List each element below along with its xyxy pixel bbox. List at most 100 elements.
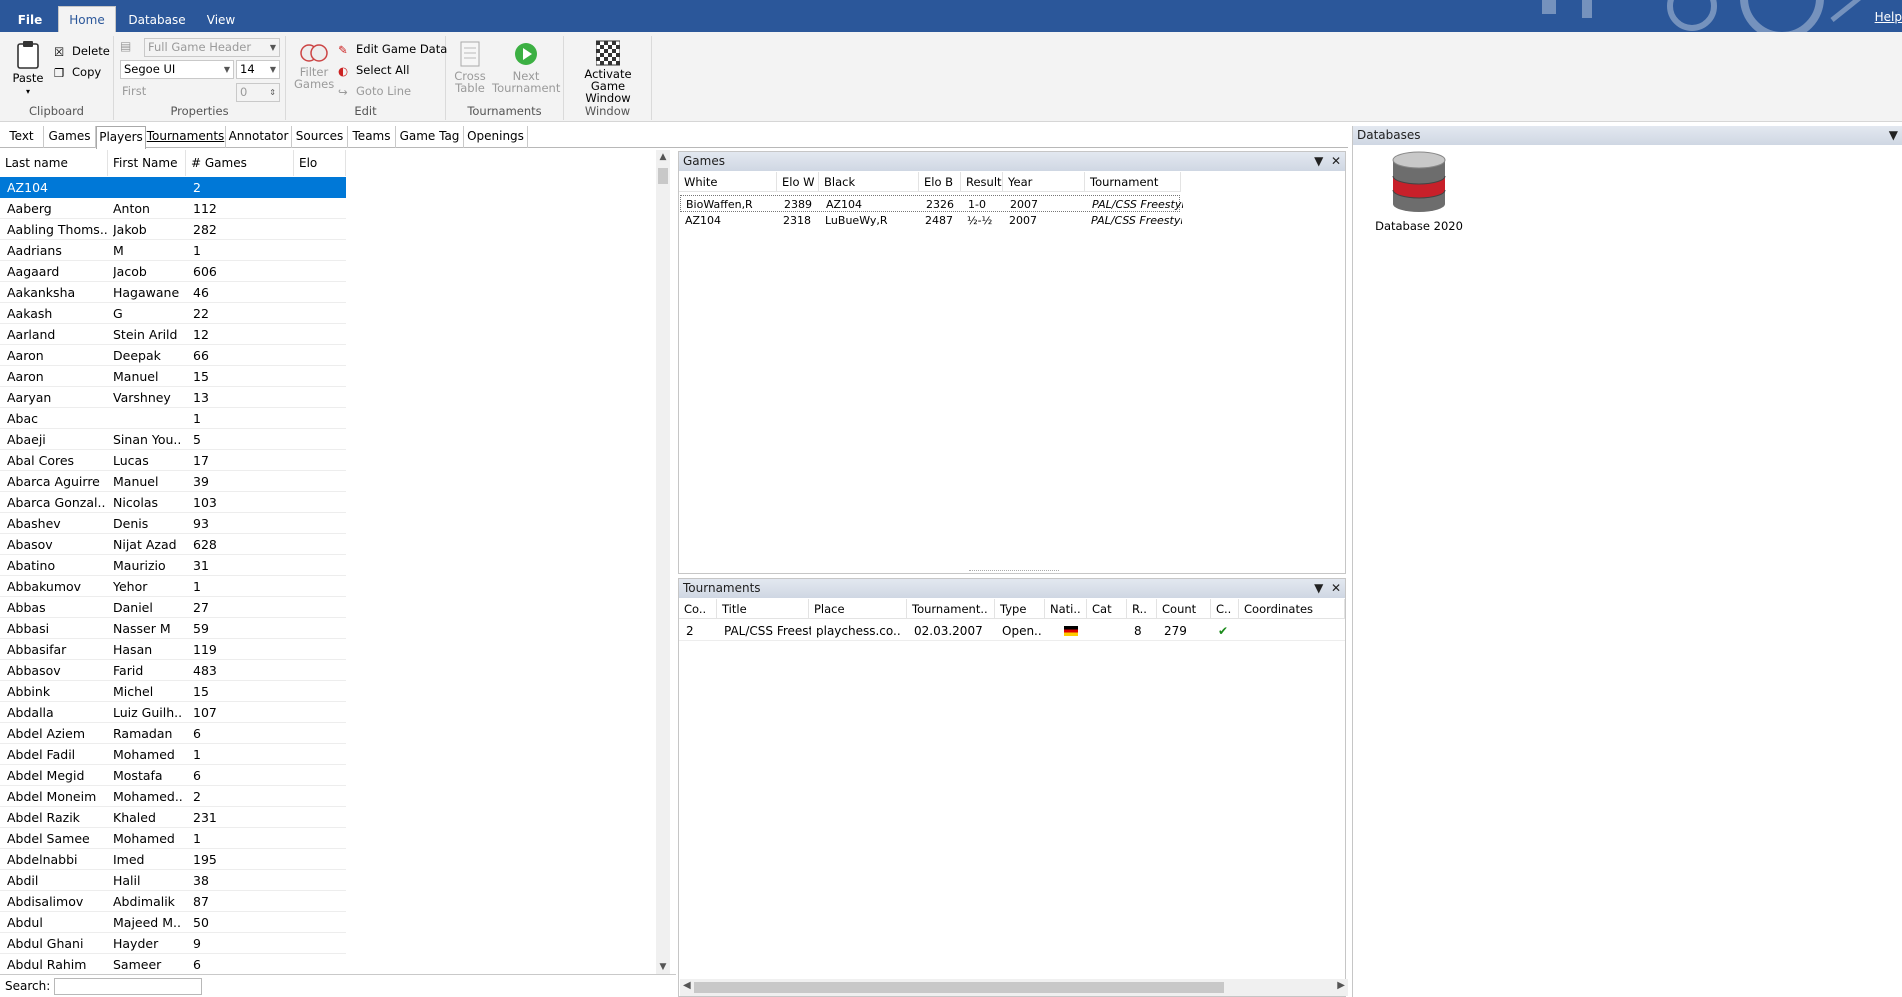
table-row[interactable]: AZ104 2318 LuBueWy,R 2487 ½-½ 2007 PAL/CSS Fre… — [680, 212, 1182, 229]
table-row[interactable]: Abdel Megid Mostafa 6 — [0, 765, 346, 786]
table-row[interactable]: Aabling Thoms.. Jakob 282 — [0, 219, 346, 240]
table-row[interactable]: Aagaard Jacob 606 — [0, 261, 346, 282]
column-header-date[interactable]: Tournament.. — [907, 599, 995, 619]
column-header-result[interactable]: Result — [961, 172, 1003, 192]
first-spinner[interactable]: 0 ⇕ — [236, 83, 280, 102]
close-icon[interactable]: ✕ — [1331, 154, 1341, 168]
font-size-combo[interactable]: 14 ▼ — [236, 60, 280, 79]
table-row[interactable]: Abdisalimov Abdimalik 87 — [0, 891, 346, 912]
panel-menu-icon[interactable]: ▼ — [1889, 128, 1898, 142]
table-row[interactable]: Aadrians M 1 — [0, 240, 346, 261]
table-row[interactable]: Abal Cores Lucas 17 — [0, 450, 346, 471]
font-combo[interactable]: Segoe UI ▼ — [120, 60, 234, 79]
cross-table-button[interactable]: Cross Table — [450, 40, 490, 94]
splitter-grip[interactable] — [969, 570, 1059, 573]
table-row[interactable]: Abdel Razik Khaled 231 — [0, 807, 346, 828]
scroll-thumb[interactable] — [694, 982, 1224, 993]
table-row[interactable]: Abbasi Nasser M 59 — [0, 618, 346, 639]
column-header-title[interactable]: Title — [717, 599, 809, 619]
table-row[interactable]: Abdelnabbi Imed 195 — [0, 849, 346, 870]
panel-menu-icon[interactable]: ▼ — [1314, 154, 1323, 168]
table-row[interactable]: Abatino Maurizio 31 — [0, 555, 346, 576]
activate-game-window-button[interactable]: Activate Game Window — [566, 40, 650, 104]
table-row[interactable]: Aaron Deepak 66 — [0, 345, 346, 366]
table-row[interactable]: Abashev Denis 93 — [0, 513, 346, 534]
tab-annotator[interactable]: Annotator — [226, 126, 292, 148]
table-row[interactable]: Abarca Gonzal.. Nicolas 103 — [0, 492, 346, 513]
scroll-down-icon[interactable]: ▼ — [656, 962, 670, 972]
column-header-rounds[interactable]: R.. — [1127, 599, 1157, 619]
scroll-right-icon[interactable]: ▶ — [1337, 980, 1345, 991]
panel-menu-icon[interactable]: ▼ — [1314, 581, 1323, 595]
table-row[interactable]: Abbas Daniel 27 — [0, 597, 346, 618]
copy-button[interactable]: ❐ Copy — [54, 63, 101, 81]
view-tab[interactable]: View — [198, 8, 244, 32]
table-row[interactable]: Abdel Aziem Ramadan 6 — [0, 723, 346, 744]
table-row[interactable]: Abdul Ghani Hayder 9 — [0, 933, 346, 954]
tab-game-tag[interactable]: Game Tag — [396, 126, 464, 148]
database-tab[interactable]: Database — [128, 8, 186, 32]
column-header-elo-white[interactable]: Elo W — [777, 172, 819, 192]
search-input[interactable] — [54, 978, 202, 995]
tab-games[interactable]: Games — [44, 126, 96, 148]
table-row[interactable]: Abbasov Farid 483 — [0, 660, 346, 681]
column-header-game-count[interactable]: Count — [1157, 599, 1211, 619]
column-header-category[interactable]: Cat — [1087, 599, 1127, 619]
table-row[interactable]: AZ104 2 — [0, 177, 346, 198]
table-row[interactable]: Abdel Samee Mohamed 1 — [0, 828, 346, 849]
column-header-place[interactable]: Place — [809, 599, 907, 619]
tab-openings[interactable]: Openings — [464, 126, 528, 148]
table-row[interactable]: Aaryan Varshney 13 — [0, 387, 346, 408]
table-row[interactable]: Abdul Majeed M.. 50 — [0, 912, 346, 933]
tab-text[interactable]: Text — [0, 126, 44, 148]
delete-button[interactable]: ☒ Delete — [54, 42, 110, 60]
column-header-year[interactable]: Year — [1003, 172, 1085, 192]
tab-tournaments[interactable]: Tournaments — [146, 126, 226, 148]
table-row[interactable]: Abdel Moneim Mohamed.. 2 — [0, 786, 346, 807]
table-row[interactable]: Aaron Manuel 15 — [0, 366, 346, 387]
file-tab[interactable]: File — [14, 8, 46, 32]
column-header-type[interactable]: Type — [995, 599, 1045, 619]
edit-game-data-button[interactable]: ✎ Edit Game Data — [338, 40, 447, 58]
home-tab[interactable]: Home — [58, 6, 116, 32]
column-header-elo-black[interactable]: Elo B — [919, 172, 961, 192]
tournaments-horizontal-scrollbar[interactable]: ◀ ▶ — [680, 979, 1348, 996]
table-row[interactable]: Aaberg Anton 112 — [0, 198, 346, 219]
table-row[interactable]: Abbasifar Hasan 119 — [0, 639, 346, 660]
help-link[interactable]: Help — [1875, 10, 1902, 24]
table-row[interactable]: Abarca Aguirre Manuel 39 — [0, 471, 346, 492]
column-header-white[interactable]: White — [679, 172, 777, 192]
filter-games-button[interactable]: Filter Games — [294, 42, 334, 90]
table-row[interactable]: Abdul Rahim Sameer 6 — [0, 954, 346, 975]
paste-button[interactable]: Paste ▾ — [8, 40, 48, 98]
table-row[interactable]: 2 PAL/CSS Freest.. playchess.co.. 02.03.200… — [679, 621, 1345, 641]
column-header-games[interactable]: # Games — [186, 150, 294, 176]
table-row[interactable]: Abac 1 — [0, 408, 346, 429]
column-header-nation[interactable]: Nati.. — [1045, 599, 1087, 619]
table-row[interactable]: Abbakumov Yehor 1 — [0, 576, 346, 597]
table-row[interactable]: Abdel Fadil Mohamed 1 — [0, 744, 346, 765]
scroll-up-icon[interactable]: ▲ — [656, 152, 670, 162]
column-header-first-name[interactable]: First Name — [108, 150, 186, 176]
table-row[interactable]: Abdalla Luiz Guilh.. 107 — [0, 702, 346, 723]
select-all-button[interactable]: ◐ Select All — [338, 61, 409, 79]
database-item[interactable]: Database 2020 — [1369, 150, 1469, 233]
table-row[interactable]: BioWaffen,R 2389 AZ104 2326 1-0 2007 PAL/CSS F… — [680, 195, 1183, 212]
table-row[interactable]: Abdil Halil 38 — [0, 870, 346, 891]
column-header-black[interactable]: Black — [819, 172, 919, 192]
table-row[interactable]: Abaeji Sinan You.. 5 — [0, 429, 346, 450]
players-scrollbar[interactable]: ▲ ▼ — [656, 150, 670, 974]
column-header-check[interactable]: C.. — [1211, 599, 1239, 619]
table-row[interactable]: Abbink Michel 15 — [0, 681, 346, 702]
scroll-thumb[interactable] — [658, 168, 668, 184]
close-icon[interactable]: ✕ — [1331, 581, 1341, 595]
tab-players[interactable]: Players — [96, 126, 146, 149]
game-header-combo[interactable]: Full Game Header ▼ — [144, 38, 280, 57]
scroll-left-icon[interactable]: ◀ — [683, 980, 691, 991]
table-row[interactable]: Abasov Nijat Azad 628 — [0, 534, 346, 555]
tab-teams[interactable]: Teams — [348, 126, 396, 148]
tab-sources[interactable]: Sources — [292, 126, 348, 148]
table-row[interactable]: Aakash G 22 — [0, 303, 346, 324]
table-row[interactable]: Aarland Stein Arild 12 — [0, 324, 346, 345]
goto-line-button[interactable]: ↪ Goto Line — [338, 82, 411, 100]
